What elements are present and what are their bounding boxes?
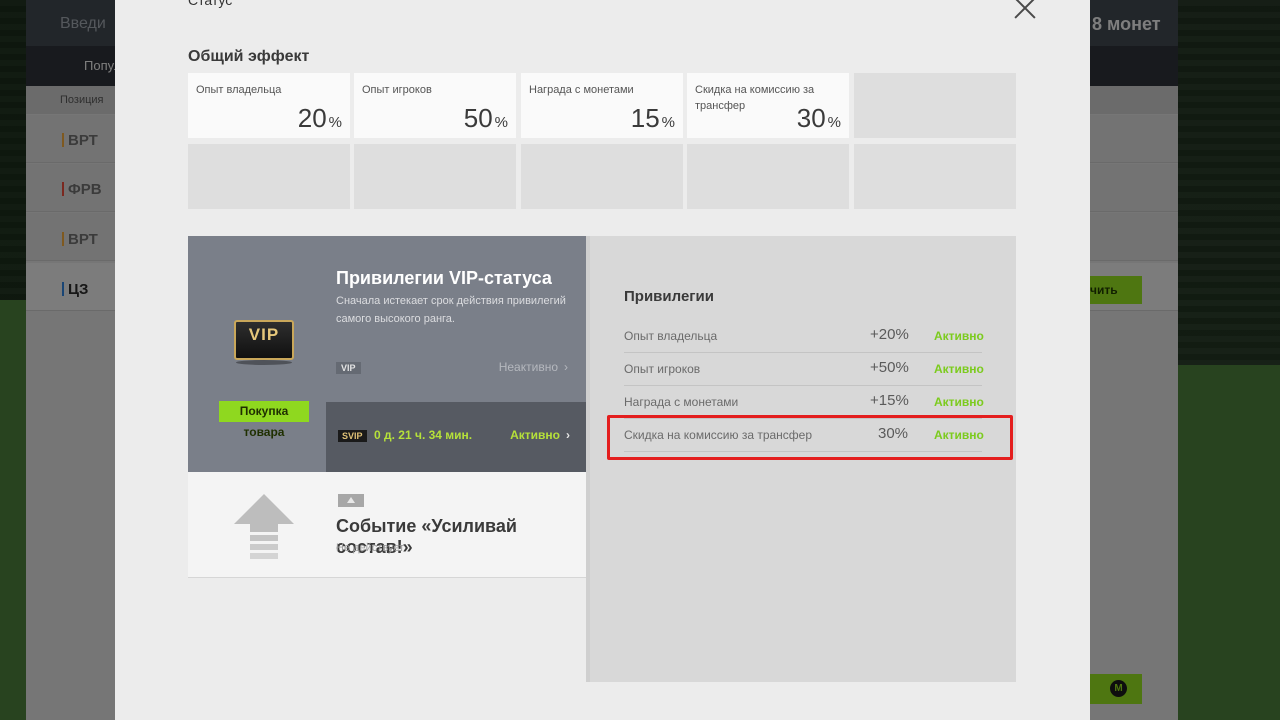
vip-tier-status: Неактивно › [498,360,568,374]
effect-cell-player-exp: Опыт игроков 50% [354,73,516,138]
svip-tier-row[interactable]: SVIP 0 д. 21 ч. 34 мин. Активно › [326,402,586,472]
svip-tier-status: Активно › [510,428,570,442]
svip-tag: SVIP [338,430,367,442]
status-list-empty-area [188,578,586,682]
effect-label: Награда с монетами [529,84,634,96]
vip-title: Привилегии VIP-статуса [336,268,552,288]
vip-description: Сначала истекает срок действия привилеги… [336,295,566,325]
privilege-status: Активно [934,395,984,409]
close-icon[interactable] [1011,0,1039,22]
status-list-panel: VIP Покупка товара Привилегии VIP-статус… [188,236,586,682]
effect-value: 15% [630,103,675,133]
privilege-row: Опыт игроков +50% Активно [624,353,984,386]
vip-tag: VIP [336,362,361,374]
privilege-label: Опыт владельца [624,329,718,343]
effect-value: 20% [297,103,342,133]
privilege-label: Награда с монетами [624,395,739,409]
privilege-label: Опыт игроков [624,362,701,376]
privileges-title: Привилегии [624,288,714,305]
effect-cell-empty [854,73,1016,138]
effect-cell-owner-exp: Опыт владельца 20% [188,73,350,138]
chevron-right-icon: › [566,428,570,442]
effect-cell-empty [354,144,516,209]
vip-logo-area: VIP Покупка товара [188,236,326,472]
effect-label: Опыт игроков [362,84,432,96]
overall-effect-grid: Опыт владельца 20% Опыт игроков 50% Нагр… [188,73,1016,209]
effect-cell-transfer-discount: Скидка на комиссию за трансфер 30% [687,73,849,138]
svip-remaining-time: 0 д. 21 ч. 34 мин. [374,428,473,442]
effect-cell-empty [687,144,849,209]
vip-status-card[interactable]: VIP Покупка товара Привилегии VIP-статус… [188,236,586,472]
overall-effect-title: Общий эффект [188,48,310,65]
privilege-value: +50% [870,359,909,376]
effect-cell-coin-reward: Награда с монетами 15% [521,73,683,138]
privilege-status: Активно [934,362,984,376]
event-status-card[interactable]: Событие «Усиливай состав!» Не действует [188,472,586,578]
privileges-panel: Привилегии Опыт владельца +20% Активно О… [586,236,1016,682]
effect-value: 50% [463,103,508,133]
event-status: Не действует [336,542,405,554]
effect-value: 30% [796,103,841,133]
event-tag-icon [338,494,364,507]
vip-badge-icon: VIP [234,320,294,360]
effect-cell-empty [854,144,1016,209]
privilege-value: +20% [870,326,909,343]
highlight-box [607,415,1013,460]
privilege-row: Опыт владельца +20% Активно [624,320,984,353]
privilege-value: +15% [870,392,909,409]
privilege-status: Активно [934,329,984,343]
vip-tier-row[interactable]: VIP Неактивно › [336,358,576,378]
chevron-right-icon: › [564,360,568,374]
arrow-up-icon [234,494,294,559]
effect-cell-empty [188,144,350,209]
modal-title: Статус [188,0,233,8]
status-modal: Статус Общий эффект Опыт владельца 20% О… [115,0,1090,720]
effect-label: Опыт владельца [196,84,282,96]
vip-badge-shadow [236,360,292,365]
buy-item-button[interactable]: Покупка товара [219,401,309,439]
effect-cell-empty [521,144,683,209]
